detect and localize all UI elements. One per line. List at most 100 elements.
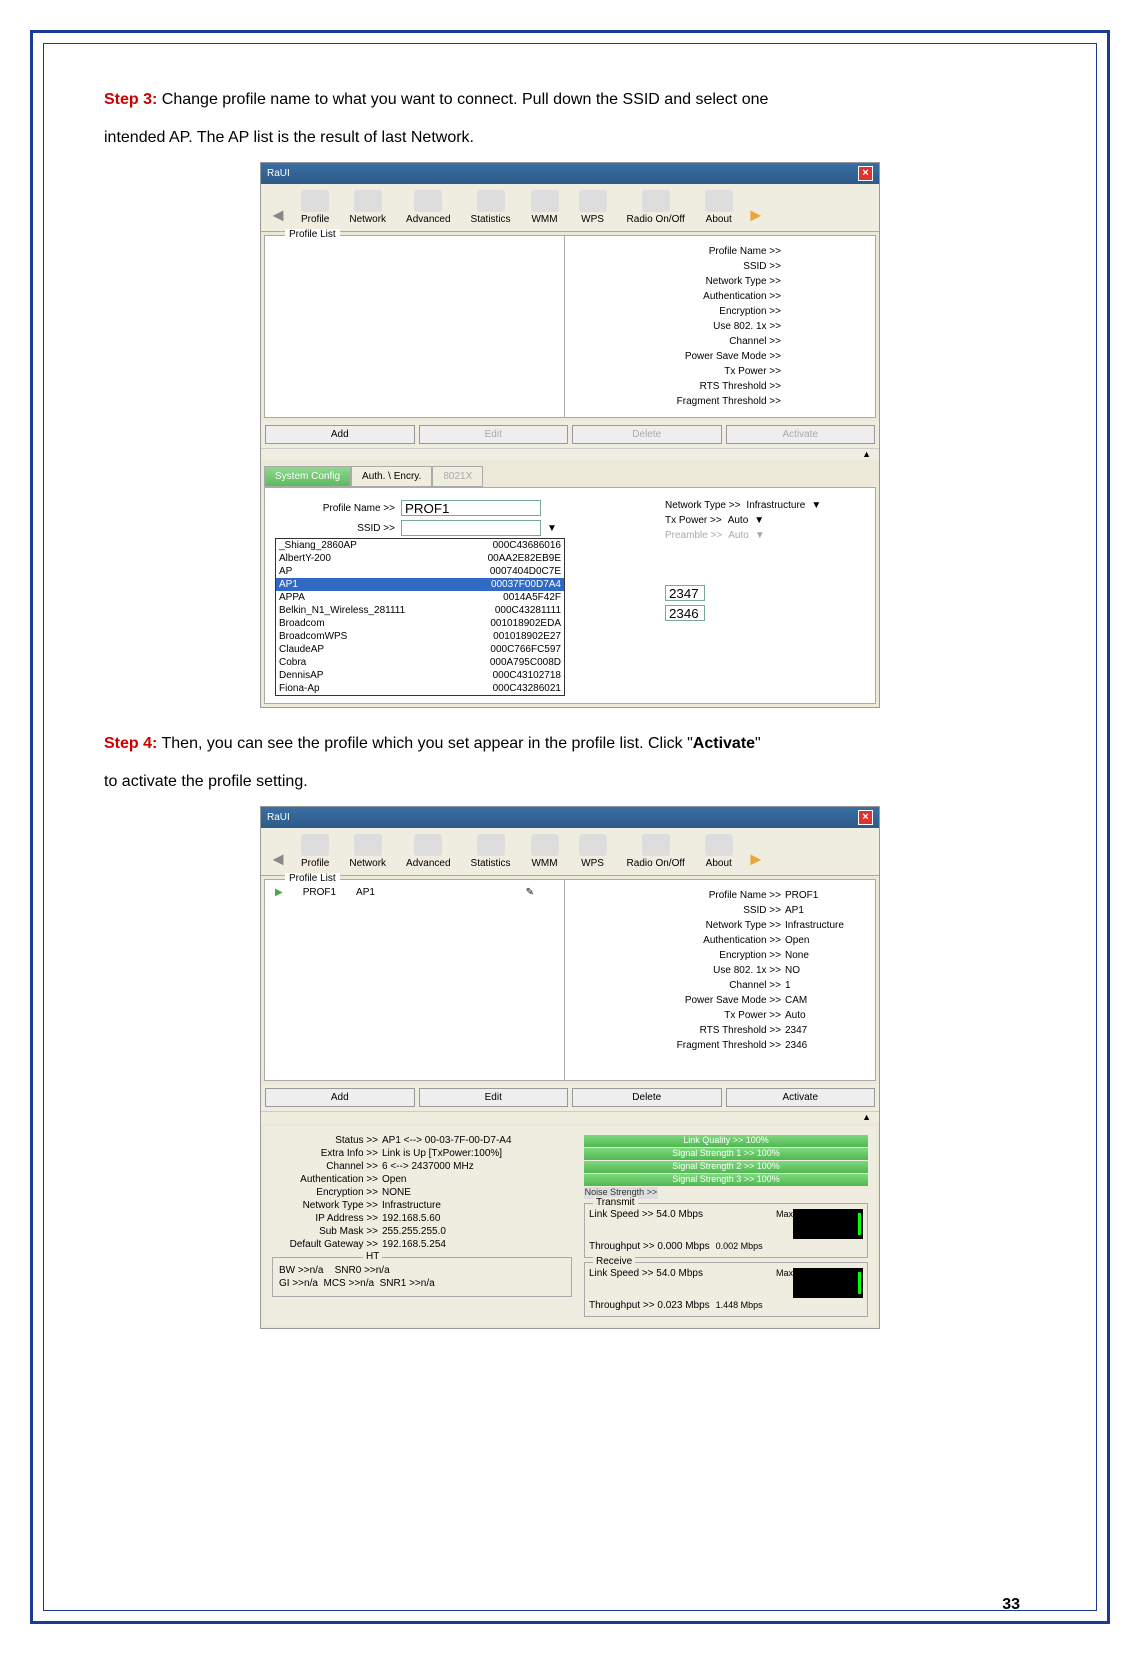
step4-label: Step 4:	[104, 735, 157, 752]
forward-icon[interactable]: ►	[745, 205, 767, 227]
profile-buttons-2: Add Edit Delete Activate	[261, 1084, 879, 1111]
tb-radio-2[interactable]: Radio On/Off	[619, 832, 693, 871]
step3-line1: Step 3: Change profile name to what you …	[104, 84, 1036, 116]
screenshot-step3: RaUI × ◄ Profile Network Advanced Statis…	[260, 162, 880, 708]
ssid-option[interactable]: Belkin_N1_Wireless_281111000C43281111	[276, 604, 564, 617]
tb-advanced-2[interactable]: Advanced	[398, 832, 458, 871]
preamble-select: Auto	[728, 530, 749, 541]
config-tabs: System Config Auth. \ Encry. 8021X	[264, 466, 876, 487]
ssid-option[interactable]: AP100037F00D7A4	[276, 578, 564, 591]
profile-row[interactable]: ▶ PROF1 AP1 ✎	[269, 884, 560, 901]
tb-wmm[interactable]: WMM	[523, 188, 567, 227]
forward-icon-2[interactable]: ►	[745, 849, 767, 871]
delete-button[interactable]: Delete	[572, 425, 722, 444]
titlebar-2: RaUI ×	[261, 807, 879, 828]
tb-wps[interactable]: WPS	[571, 188, 615, 227]
collapse-toggle-2[interactable]	[261, 1111, 879, 1123]
tb-wmm-2[interactable]: WMM	[523, 832, 567, 871]
window-title-2: RaUI	[267, 812, 290, 823]
step3-label: Step 3:	[104, 91, 157, 108]
tb-about[interactable]: About	[697, 188, 741, 227]
tb-statistics[interactable]: Statistics	[463, 188, 519, 227]
ssid-input[interactable]	[401, 520, 541, 536]
add-button-2[interactable]: Add	[265, 1088, 415, 1107]
about-icon	[705, 190, 733, 212]
close-icon[interactable]: ×	[858, 166, 873, 181]
profile-area: Profile List Profile Name >> SSID >> Net…	[264, 235, 876, 418]
tb-wps-2[interactable]: WPS	[571, 832, 615, 871]
titlebar: RaUI ×	[261, 163, 879, 184]
add-button[interactable]: Add	[265, 425, 415, 444]
ssid-option[interactable]: BroadcomWPS001018902E27	[276, 630, 564, 643]
tb-advanced[interactable]: Advanced	[398, 188, 458, 227]
ssid-option[interactable]: Fiona-Ap000C43286021	[276, 682, 564, 695]
edit-button-2[interactable]: Edit	[419, 1088, 569, 1107]
status-right: Link Quality >> 100% Signal Strength 1 >…	[584, 1134, 868, 1317]
ssid-dropdown-list[interactable]: _Shiang_2860AP000C43686016AlbertY-20000A…	[275, 538, 565, 696]
signal-icon: ✎	[526, 887, 534, 898]
delete-button-2[interactable]: Delete	[572, 1088, 722, 1107]
radio-icon	[642, 190, 670, 212]
ssid-option[interactable]: APPA0014A5F42F	[276, 591, 564, 604]
main-toolbar-2: ◄ Profile Network Advanced Statistics WM…	[261, 828, 879, 876]
signal-1-bar: Signal Strength 1 >> 100%	[584, 1148, 868, 1160]
collapse-toggle[interactable]	[261, 448, 879, 460]
rts-value[interactable]	[665, 585, 705, 601]
tb-about-2[interactable]: About	[697, 832, 741, 871]
signal-3-bar: Signal Strength 3 >> 100%	[584, 1174, 868, 1186]
frag-value[interactable]	[665, 605, 705, 621]
tb-profile-2[interactable]: Profile	[293, 832, 337, 871]
tb-network-2[interactable]: Network	[341, 832, 394, 871]
tb-profile[interactable]: Profile	[293, 188, 337, 227]
step4-line1: Step 4: Then, you can see the profile wh…	[104, 728, 1036, 760]
profile-list: Profile List	[265, 236, 565, 417]
profile-list-title: Profile List	[285, 229, 340, 240]
link-quality-bar: Link Quality >> 100%	[584, 1135, 868, 1147]
window-title: RaUI	[267, 168, 290, 179]
wps-icon	[579, 190, 607, 212]
ssid-option[interactable]: Broadcom001018902EDA	[276, 617, 564, 630]
network-type-select[interactable]: Infrastructure	[746, 500, 805, 511]
tb-network[interactable]: Network	[341, 188, 394, 227]
page-number: 33	[1002, 1596, 1020, 1614]
step4-line2: to activate the profile setting.	[104, 766, 1036, 798]
ssid-option[interactable]: ClaudeAP000C766FC597	[276, 643, 564, 656]
profile-details-2: Profile Name >>PROF1 SSID >>AP1 Network …	[565, 880, 875, 1080]
back-icon[interactable]: ◄	[267, 205, 289, 227]
play-icon: ▶	[275, 887, 283, 898]
status-left: Status >>AP1 <--> 00-03-7F-00-D7-A4 Extr…	[272, 1134, 572, 1317]
profile-icon	[301, 190, 329, 212]
profile-list-2: Profile List ▶ PROF1 AP1 ✎	[265, 880, 565, 1080]
tab-system-config[interactable]: System Config	[264, 466, 351, 487]
ssid-option[interactable]: Cobra000A795C008D	[276, 656, 564, 669]
edit-button[interactable]: Edit	[419, 425, 569, 444]
profile-buttons: Add Edit Delete Activate	[261, 421, 879, 448]
receive-group: Receive Link Speed >> 54.0 Mbps Max Thro…	[584, 1262, 868, 1317]
advanced-icon	[414, 190, 442, 212]
status-panel: Status >>AP1 <--> 00-03-7F-00-D7-A4 Extr…	[264, 1126, 876, 1325]
ssid-option[interactable]: AlbertY-20000AA2E82EB9E	[276, 552, 564, 565]
close-icon-2[interactable]: ×	[858, 810, 873, 825]
activate-button-2[interactable]: Activate	[726, 1088, 876, 1107]
tb-radio[interactable]: Radio On/Off	[619, 188, 693, 227]
back-icon-2[interactable]: ◄	[267, 849, 289, 871]
screenshot-step4: RaUI × ◄ Profile Network Advanced Statis…	[260, 806, 880, 1329]
profile-name-input[interactable]	[401, 500, 541, 516]
transmit-group: Transmit Link Speed >> 54.0 Mbps Max Thr…	[584, 1203, 868, 1258]
tx-power-select[interactable]: Auto	[728, 515, 749, 526]
tab-8021x[interactable]: 8021X	[432, 466, 483, 487]
ssid-option[interactable]: AP0007404D0C7E	[276, 565, 564, 578]
wmm-icon	[531, 190, 559, 212]
tab-auth-encry[interactable]: Auth. \ Encry.	[351, 466, 432, 487]
step3-line2: intended AP. The AP list is the result o…	[104, 122, 1036, 154]
ssid-option[interactable]: _Shiang_2860AP000C43686016	[276, 539, 564, 552]
activate-button[interactable]: Activate	[726, 425, 876, 444]
network-icon	[354, 190, 382, 212]
transmit-graph	[793, 1209, 863, 1239]
ssid-option[interactable]: DennisAP000C43102718	[276, 669, 564, 682]
tb-statistics-2[interactable]: Statistics	[463, 832, 519, 871]
signal-2-bar: Signal Strength 2 >> 100%	[584, 1161, 868, 1173]
profile-area-2: Profile List ▶ PROF1 AP1 ✎ Profile Name …	[264, 879, 876, 1081]
chevron-down-icon[interactable]: ▼	[547, 523, 557, 534]
statistics-icon	[477, 190, 505, 212]
